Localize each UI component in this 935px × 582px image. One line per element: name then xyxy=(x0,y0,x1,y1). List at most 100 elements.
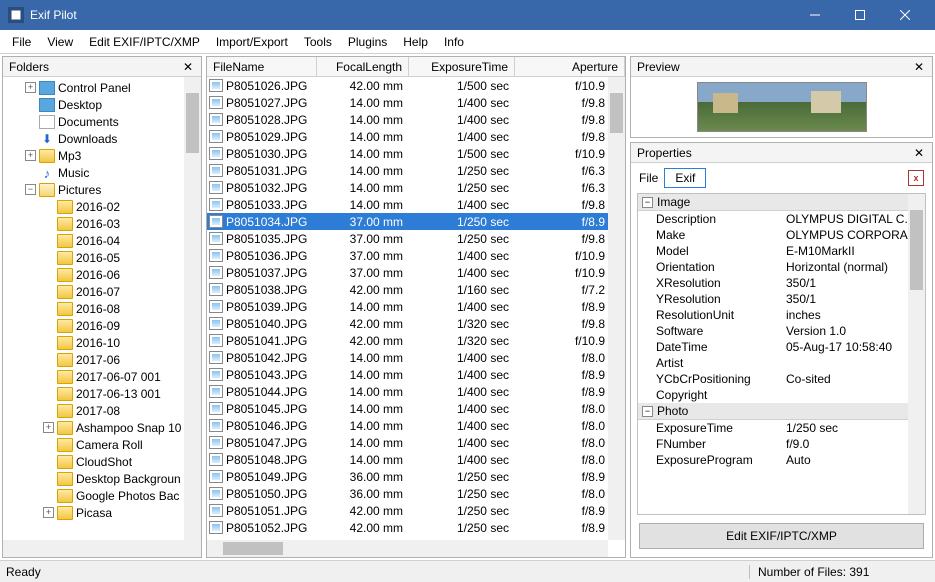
file-row[interactable]: P8051038.JPG42.00 mm1/160 secf/7.2 xyxy=(207,281,625,298)
property-row[interactable]: OrientationHorizontal (normal) xyxy=(638,259,925,275)
menu-edit-exif-iptc-xmp[interactable]: Edit EXIF/IPTC/XMP xyxy=(81,32,208,52)
expand-icon[interactable]: + xyxy=(43,422,54,433)
tree-item[interactable]: 2016-06 xyxy=(3,266,201,283)
file-row[interactable]: P8051031.JPG14.00 mm1/250 secf/6.3 xyxy=(207,162,625,179)
file-row[interactable]: P8051045.JPG14.00 mm1/400 secf/8.0 xyxy=(207,400,625,417)
menu-view[interactable]: View xyxy=(39,32,81,52)
file-row[interactable]: P8051047.JPG14.00 mm1/400 secf/8.0 xyxy=(207,434,625,451)
expand-icon[interactable]: + xyxy=(25,150,36,161)
file-row[interactable]: P8051028.JPG14.00 mm1/400 secf/9.8 xyxy=(207,111,625,128)
scrollbar-vertical[interactable] xyxy=(184,77,201,557)
file-row[interactable]: P8051034.JPG37.00 mm1/250 secf/8.9 xyxy=(207,213,625,230)
tree-item[interactable]: ⬇Downloads xyxy=(3,130,201,147)
property-row[interactable]: YCbCrPositioningCo-sited xyxy=(638,371,925,387)
menu-plugins[interactable]: Plugins xyxy=(340,32,395,52)
scrollbar-vertical[interactable] xyxy=(608,77,625,540)
file-row[interactable]: P8051026.JPG42.00 mm1/500 secf/10.9 xyxy=(207,77,625,94)
file-row[interactable]: P8051042.JPG14.00 mm1/400 secf/8.0 xyxy=(207,349,625,366)
tree-item[interactable]: 2016-08 xyxy=(3,300,201,317)
property-group-header[interactable]: −Photo xyxy=(638,403,925,420)
menu-import-export[interactable]: Import/Export xyxy=(208,32,296,52)
tree-item[interactable]: Google Photos Bac xyxy=(3,487,201,504)
file-row[interactable]: P8051051.JPG42.00 mm1/250 secf/8.9 xyxy=(207,502,625,519)
property-row[interactable]: DescriptionOLYMPUS DIGITAL C... xyxy=(638,211,925,227)
property-row[interactable]: SoftwareVersion 1.0 xyxy=(638,323,925,339)
property-row[interactable]: XResolution350/1 xyxy=(638,275,925,291)
property-row[interactable]: FNumberf/9.0 xyxy=(638,436,925,452)
menu-info[interactable]: Info xyxy=(436,32,472,52)
properties-close-icon[interactable]: ✕ xyxy=(912,146,926,160)
tree-item[interactable]: 2017-06-07 001 xyxy=(3,368,201,385)
tree-item[interactable]: Desktop Backgroun xyxy=(3,470,201,487)
edit-exif-button[interactable]: Edit EXIF/IPTC/XMP xyxy=(639,523,924,549)
file-row[interactable]: P8051040.JPG42.00 mm1/320 secf/9.8 xyxy=(207,315,625,332)
file-row[interactable]: P8051050.JPG36.00 mm1/250 secf/8.0 xyxy=(207,485,625,502)
close-button[interactable] xyxy=(882,0,927,30)
expand-icon[interactable]: + xyxy=(25,82,36,93)
column-filename[interactable]: FileName xyxy=(207,57,317,76)
tree-item[interactable]: Documents xyxy=(3,113,201,130)
property-row[interactable]: MakeOLYMPUS CORPORA... xyxy=(638,227,925,243)
tree-item[interactable]: CloudShot xyxy=(3,453,201,470)
file-row[interactable]: P8051036.JPG37.00 mm1/400 secf/10.9 xyxy=(207,247,625,264)
tree-item[interactable]: 2016-03 xyxy=(3,215,201,232)
menu-help[interactable]: Help xyxy=(395,32,436,52)
column-aperture[interactable]: Aperture xyxy=(515,57,625,76)
collapse-icon[interactable]: − xyxy=(642,197,653,208)
tree-item[interactable]: +Mp3 xyxy=(3,147,201,164)
tree-item[interactable]: Desktop xyxy=(3,96,201,113)
property-row[interactable]: ResolutionUnitinches xyxy=(638,307,925,323)
property-row[interactable]: DateTime05-Aug-17 10:58:40 xyxy=(638,339,925,355)
tab-exif[interactable]: Exif xyxy=(664,168,706,188)
scrollbar-vertical[interactable] xyxy=(908,194,925,514)
tree-item[interactable]: −Pictures xyxy=(3,181,201,198)
tree-item[interactable]: 2016-02 xyxy=(3,198,201,215)
tree-item[interactable]: 2016-04 xyxy=(3,232,201,249)
file-row[interactable]: P8051052.JPG42.00 mm1/250 secf/8.9 xyxy=(207,519,625,536)
property-group-header[interactable]: −Image xyxy=(638,194,925,211)
collapse-icon[interactable]: − xyxy=(642,406,653,417)
file-row[interactable]: P8051039.JPG14.00 mm1/400 secf/8.9 xyxy=(207,298,625,315)
property-row[interactable]: Artist xyxy=(638,355,925,371)
file-row[interactable]: P8051027.JPG14.00 mm1/400 secf/9.8 xyxy=(207,94,625,111)
tree-item[interactable]: +Ashampoo Snap 10 xyxy=(3,419,201,436)
file-row[interactable]: P8051046.JPG14.00 mm1/400 secf/8.0 xyxy=(207,417,625,434)
file-row[interactable]: P8051049.JPG36.00 mm1/250 secf/8.9 xyxy=(207,468,625,485)
file-row[interactable]: P8051033.JPG14.00 mm1/400 secf/9.8 xyxy=(207,196,625,213)
scrollbar-horizontal[interactable] xyxy=(3,540,184,557)
maximize-button[interactable] xyxy=(837,0,882,30)
properties-list[interactable]: −ImageDescriptionOLYMPUS DIGITAL C...Mak… xyxy=(637,193,926,515)
file-row[interactable]: P8051043.JPG14.00 mm1/400 secf/8.9 xyxy=(207,366,625,383)
file-row[interactable]: P8051032.JPG14.00 mm1/250 secf/6.3 xyxy=(207,179,625,196)
scrollbar-horizontal[interactable] xyxy=(207,540,608,557)
menu-tools[interactable]: Tools xyxy=(296,32,340,52)
tree-item[interactable]: 2017-06 xyxy=(3,351,201,368)
tree-item[interactable]: +Picasa xyxy=(3,504,201,521)
column-focallength[interactable]: FocalLength xyxy=(317,57,409,76)
tree-item[interactable]: 2016-07 xyxy=(3,283,201,300)
file-row[interactable]: P8051035.JPG37.00 mm1/250 secf/9.8 xyxy=(207,230,625,247)
tree-item[interactable]: 2017-08 xyxy=(3,402,201,419)
column-exposuretime[interactable]: ExposureTime xyxy=(409,57,515,76)
minimize-button[interactable] xyxy=(792,0,837,30)
menu-file[interactable]: File xyxy=(4,32,39,52)
tree-item[interactable]: 2017-06-13 001 xyxy=(3,385,201,402)
property-row[interactable]: ExposureTime1/250 sec xyxy=(638,420,925,436)
tree-item[interactable]: 2016-05 xyxy=(3,249,201,266)
file-row[interactable]: P8051041.JPG42.00 mm1/320 secf/10.9 xyxy=(207,332,625,349)
tree-item[interactable]: 2016-10 xyxy=(3,334,201,351)
file-row[interactable]: P8051044.JPG14.00 mm1/400 secf/8.9 xyxy=(207,383,625,400)
file-row[interactable]: P8051037.JPG37.00 mm1/400 secf/10.9 xyxy=(207,264,625,281)
folder-tree[interactable]: +Control PanelDesktopDocuments⬇Downloads… xyxy=(3,77,201,557)
xmp-icon[interactable]: x xyxy=(908,170,924,186)
tree-item[interactable]: ♪Music xyxy=(3,164,201,181)
tree-item[interactable]: 2016-09 xyxy=(3,317,201,334)
preview-close-icon[interactable]: ✕ xyxy=(912,60,926,74)
tree-item[interactable]: Camera Roll xyxy=(3,436,201,453)
expand-icon[interactable]: + xyxy=(43,507,54,518)
file-row[interactable]: P8051048.JPG14.00 mm1/400 secf/8.0 xyxy=(207,451,625,468)
expand-icon[interactable]: − xyxy=(25,184,36,195)
property-row[interactable]: YResolution350/1 xyxy=(638,291,925,307)
property-row[interactable]: Copyright xyxy=(638,387,925,403)
tree-item[interactable]: +Control Panel xyxy=(3,79,201,96)
